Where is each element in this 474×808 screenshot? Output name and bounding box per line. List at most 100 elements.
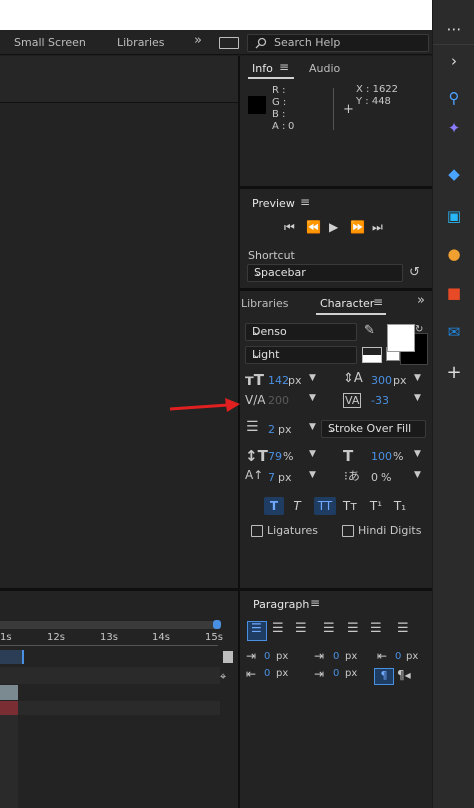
shortcut-dropdown[interactable]: Spacebar ⌄ (247, 264, 403, 282)
tab-audio[interactable]: Audio (309, 62, 340, 75)
kerning-value[interactable]: 200 (268, 394, 289, 407)
rtl-direction-icon[interactable]: ¶◂ (397, 668, 411, 682)
justify-last-center-icon[interactable]: ☰ (347, 621, 359, 636)
people-icon[interactable]: ● (443, 243, 465, 265)
next-frame-icon[interactable]: ⏩ (350, 220, 365, 234)
superscript-button[interactable]: T¹ (366, 497, 386, 515)
no-fill-swatch[interactable] (362, 347, 382, 363)
font-size-unit: px (288, 374, 302, 387)
align-left-button[interactable]: ☰ (247, 621, 267, 641)
chevron-down-icon[interactable]: ▼ (309, 449, 316, 459)
layer-column (0, 715, 18, 808)
leading-value[interactable]: 300 (371, 374, 392, 387)
more-options-icon[interactable]: ⋯ (443, 18, 465, 40)
reset-icon[interactable]: ↺ (409, 265, 420, 280)
more-workspaces-icon[interactable]: » (194, 33, 202, 48)
last-frame-icon[interactable]: ⏭ (372, 220, 383, 235)
snap-icon[interactable]: ⌖ (220, 670, 226, 684)
layer-bar[interactable] (0, 701, 18, 715)
timeline-scroll-handle[interactable] (213, 620, 221, 629)
chevron-right-icon[interactable]: › (443, 50, 465, 72)
ltr-direction-button[interactable]: ¶ (374, 668, 394, 685)
office-icon[interactable]: ■ (443, 282, 465, 304)
panel-divider (240, 186, 432, 189)
stroke-width-icon: ☰ (246, 419, 259, 435)
chevron-down-icon[interactable]: ▼ (414, 393, 421, 403)
horizontal-scale-value[interactable]: 100 (371, 450, 392, 463)
swap-colors-icon[interactable]: ↻ (415, 324, 423, 335)
first-frame-icon[interactable]: ⏮ (284, 220, 295, 235)
tsume-unit: % (381, 471, 392, 484)
shopping-tag-icon[interactable]: ◆ (443, 163, 465, 185)
space-before-value[interactable]: 0 (333, 651, 339, 662)
add-icon[interactable]: + (443, 362, 465, 384)
baseline-value[interactable]: 7 (268, 471, 275, 484)
workspace-menu-icon[interactable] (219, 37, 239, 49)
timeline-panel: 1s 12s 13s 14s 15s ⌖ (0, 591, 238, 808)
copilot-sparkle-icon[interactable]: ✦ (443, 117, 465, 139)
layer-track[interactable] (18, 701, 220, 715)
layer-track[interactable] (0, 685, 220, 700)
small-caps-button[interactable]: Tт (339, 497, 361, 515)
first-line-indent-value[interactable]: 0 (395, 651, 401, 662)
chevron-down-icon[interactable]: ▼ (309, 470, 316, 480)
space-before-icon: ⇥ (314, 649, 325, 663)
font-size-value[interactable]: 142 (268, 374, 289, 387)
fill-color-swatch[interactable] (387, 324, 415, 352)
previous-frame-icon[interactable]: ⏪ (306, 220, 321, 234)
align-center-icon[interactable]: ☰ (272, 621, 284, 636)
justify-last-left-icon[interactable]: ☰ (323, 621, 335, 636)
tools-briefcase-icon[interactable]: ▣ (443, 205, 465, 227)
panel-menu-icon[interactable]: ≡ (279, 60, 289, 74)
font-family-dropdown[interactable]: Denso ⌄ (245, 323, 357, 341)
chevron-down-icon[interactable]: ▼ (309, 422, 316, 432)
play-icon[interactable]: ▶ (329, 220, 338, 234)
chevron-down-icon[interactable]: ▼ (309, 393, 316, 403)
panel-menu-icon[interactable]: ≡ (300, 195, 310, 209)
hindi-digits-checkbox[interactable] (342, 525, 354, 537)
crosshair-icon: + (343, 102, 354, 117)
font-style-dropdown[interactable]: Light ⌄ (245, 346, 357, 364)
space-after-value[interactable]: 0 (333, 668, 339, 679)
tracking-value[interactable]: -33 (371, 394, 389, 407)
panel-menu-icon[interactable]: ≡ (310, 596, 320, 610)
workspace-small-screen[interactable]: Small Screen (14, 36, 86, 49)
tab-libraries[interactable]: Libraries (241, 297, 289, 310)
stroke-width-value[interactable]: 2 (268, 423, 275, 436)
indent-right-value[interactable]: 0 (264, 668, 270, 679)
search-icon[interactable]: ⚲ (443, 87, 465, 109)
workspace-libraries[interactable]: Libraries (117, 36, 165, 49)
panel-divider (240, 588, 432, 591)
composition-panel[interactable] (0, 56, 238, 588)
outlook-icon[interactable]: ✉ (443, 321, 465, 343)
space-after-unit: px (345, 668, 358, 679)
ligatures-checkbox[interactable] (251, 525, 263, 537)
stroke-mode-dropdown[interactable]: Stroke Over Fill ⌄ (321, 420, 426, 438)
chevron-down-icon[interactable]: ▼ (309, 373, 316, 383)
tsume-value[interactable]: 0 (371, 471, 378, 484)
search-placeholder: Search Help (274, 36, 341, 49)
timeline-scrollbar[interactable] (0, 621, 218, 629)
faux-bold-button[interactable]: T (264, 497, 284, 515)
justify-last-right-icon[interactable]: ☰ (370, 621, 382, 636)
vertical-scale-value[interactable]: 79 (268, 450, 282, 463)
more-panels-icon[interactable]: » (417, 293, 425, 308)
eyedropper-icon[interactable]: ✎ (364, 323, 375, 338)
layer-track[interactable] (0, 667, 220, 684)
faux-italic-button[interactable]: T (287, 497, 307, 515)
tab-character[interactable]: Character (320, 297, 374, 310)
chevron-down-icon[interactable]: ▼ (414, 449, 421, 459)
marker-icon[interactable] (223, 651, 233, 663)
subscript-button[interactable]: T₁ (390, 497, 410, 515)
justify-all-icon[interactable]: ☰ (397, 621, 409, 636)
tab-info[interactable]: Info (252, 62, 273, 75)
chevron-down-icon[interactable]: ▼ (414, 373, 421, 383)
chevron-down-icon[interactable]: ▼ (414, 470, 421, 480)
playhead[interactable] (0, 650, 24, 664)
search-help-field[interactable]: Search Help (247, 34, 429, 52)
layer-bar[interactable] (0, 685, 18, 700)
align-right-icon[interactable]: ☰ (295, 621, 307, 636)
all-caps-button[interactable]: TT (314, 497, 336, 515)
indent-left-value[interactable]: 0 (264, 651, 270, 662)
panel-menu-icon[interactable]: ≡ (373, 295, 383, 309)
